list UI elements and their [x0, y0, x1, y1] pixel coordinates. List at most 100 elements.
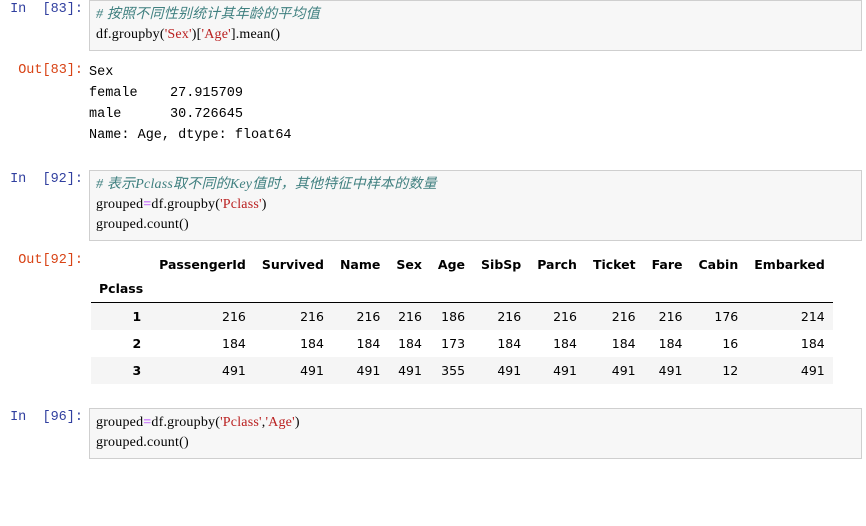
dataframe-index-row-filler [388, 279, 430, 303]
code-token: grouped [96, 197, 144, 212]
dataframe-index-row-filler [473, 279, 530, 303]
dataframe-index-row-filler [746, 279, 833, 303]
dataframe-cell: 491 [553, 363, 577, 378]
dataframe-cell: 491 [222, 363, 246, 378]
dataframe-column-header: Survived [261, 257, 324, 272]
code-token: 'Pclass' [220, 415, 262, 430]
dataframe-cell: 216 [611, 309, 636, 324]
code-token: ) [261, 197, 267, 212]
output-prompt-label: Out[83]: [18, 63, 83, 78]
dataframe-cell: 184 [398, 336, 422, 351]
table-row: 2 184 184 184 184 173 184 184 184 184 16 184 [91, 330, 833, 357]
input-prompt-label: In [83]: [10, 2, 83, 17]
code-token: df.groupby( [151, 197, 221, 212]
dataframe-cell: 491 [800, 363, 825, 378]
code-token: ].mean() [230, 27, 281, 42]
code-token: 'Sex' [164, 27, 192, 42]
output-line: Sex [89, 65, 114, 80]
dataframe-row-index: 1 [132, 309, 142, 324]
dataframe-cell: 216 [398, 309, 422, 324]
code-token: )[ [191, 27, 202, 42]
code-cell: In [83]: # 按照不同性别统计其年龄的平均值 df.groupby('Sex… [0, 0, 866, 51]
dataframe-cell: 214 [800, 309, 825, 324]
code-editor[interactable]: # 表示Pclass取不同的Key值时，其他特征中样本的数量 grouped=df… [89, 170, 862, 241]
output-line: Name: Age, dtype: float64 [89, 128, 292, 143]
code-token: grouped.count() [96, 435, 189, 450]
code-line: # 表示Pclass取不同的Key值时，其他特征中样本的数量 [96, 175, 855, 195]
dataframe-row-index: 3 [132, 363, 142, 378]
dataframe-column-header: SibSp [481, 257, 522, 272]
notebook-root: In [83]: # 按照不同性别统计其年龄的平均值 df.groupby('Sex… [0, 0, 866, 469]
dataframe-container: PassengerId Survived Name Sex Age SibSp Parch T… [89, 251, 866, 384]
code-line: grouped.count() [96, 215, 855, 235]
dataframe-cell: 216 [300, 309, 324, 324]
code-editor[interactable]: grouped=df.groupby('Pclass','Age') groupe… [89, 408, 862, 459]
output-prompt-label: Out[92]: [18, 253, 83, 268]
dataframe-index-row-filler [690, 279, 747, 303]
code-token: 'Age' [201, 27, 231, 42]
dataframe-index-row-filler [529, 279, 585, 303]
dataframe-index-name-row: Pclass [91, 279, 833, 303]
dataframe-index-name: Pclass [91, 279, 152, 303]
cell-spacer [0, 384, 866, 408]
code-cell: In [92]: # 表示Pclass取不同的Key值时，其他特征中样本的数量 gr… [0, 170, 866, 241]
code-token: df.groupby( [96, 27, 165, 42]
dataframe-cell: 184 [222, 336, 246, 351]
dataframe-cell: 491 [497, 363, 522, 378]
dataframe-cell: 491 [658, 363, 683, 378]
dataframe-column-header: Ticket [592, 257, 636, 272]
code-token: 'Pclass' [220, 197, 262, 212]
dataframe-cell: 491 [300, 363, 324, 378]
dataframe-head: PassengerId Survived Name Sex Age SibSp Parch T… [91, 253, 833, 303]
dataframe-cell: 491 [398, 363, 422, 378]
cell-spacer [0, 146, 866, 170]
cell-spacer [0, 241, 866, 251]
cell-spacer [0, 459, 866, 469]
dataframe-body: 1 216 216 216 216 186 216 216 216 216 176 214 2 184 18… [91, 302, 833, 384]
code-line: grouped.count() [96, 433, 855, 453]
output-line: male 30.726645 [89, 107, 243, 122]
dataframe-cell: 491 [611, 363, 636, 378]
code-editor[interactable]: # 按照不同性别统计其年龄的平均值 df.groupby('Sex')['Age'… [89, 0, 862, 51]
dataframe-column-header: Cabin [698, 257, 739, 272]
output-line: female 27.915709 [89, 86, 243, 101]
output-cell-table: Out[92]: PassengerId Survived Name Sex Age Sib… [0, 251, 866, 384]
code-token: grouped [96, 415, 144, 430]
code-line: # 按照不同性别统计其年龄的平均值 [96, 5, 855, 25]
input-prompt-label: In [92]: [10, 172, 83, 187]
output-text: Sex female 27.915709 male 30.726645 Name: A… [89, 61, 866, 146]
dataframe-index-row-filler [151, 279, 254, 303]
code-token: ) [294, 415, 300, 430]
dataframe-index-row-filler [253, 279, 332, 303]
dataframe-cell: 184 [658, 336, 683, 351]
dataframe-cell: 184 [800, 336, 825, 351]
dataframe-cell: 173 [441, 336, 466, 351]
output-cell-text: Out[83]: Sex female 27.915709 male 30.72664… [0, 61, 866, 146]
dataframe-cell: 355 [441, 363, 466, 378]
table-row: 3 491 491 491 491 355 491 491 491 491 12 491 [91, 357, 833, 384]
dataframe-cell: 216 [356, 309, 381, 324]
dataframe-column-header: Name [339, 257, 381, 272]
dataframe-corner-cell [91, 253, 151, 279]
dataframe-column-header: Age [437, 257, 466, 272]
code-token: # 表示Pclass取不同的Key值时，其他特征中样本的数量 [96, 177, 437, 192]
dataframe-index-row-filler [584, 279, 644, 303]
dataframe-cell: 184 [611, 336, 636, 351]
table-row: 1 216 216 216 216 186 216 216 216 216 176 214 [91, 302, 833, 330]
dataframe-index-row-filler [643, 279, 691, 303]
code-token: df.groupby( [151, 415, 221, 430]
dataframe-cell: 184 [356, 336, 381, 351]
dataframe-cell: 184 [497, 336, 522, 351]
dataframe-header-row: PassengerId Survived Name Sex Age SibSp Parch T… [91, 253, 833, 279]
dataframe-cell: 186 [441, 309, 466, 324]
code-cell: In [96]: grouped=df.groupby('Pclass','Age… [0, 408, 866, 459]
dataframe-cell: 184 [553, 336, 577, 351]
dataframe-column-header: Embarked [754, 257, 825, 272]
cell-spacer [0, 51, 866, 61]
input-prompt-label: In [96]: [10, 410, 83, 425]
dataframe-column-header: Fare [651, 257, 683, 272]
dataframe-cell: 216 [497, 309, 522, 324]
dataframe-cell: 16 [722, 336, 739, 351]
dataframe-column-header: Parch [537, 257, 577, 272]
dataframe-index-row-filler [331, 279, 389, 303]
